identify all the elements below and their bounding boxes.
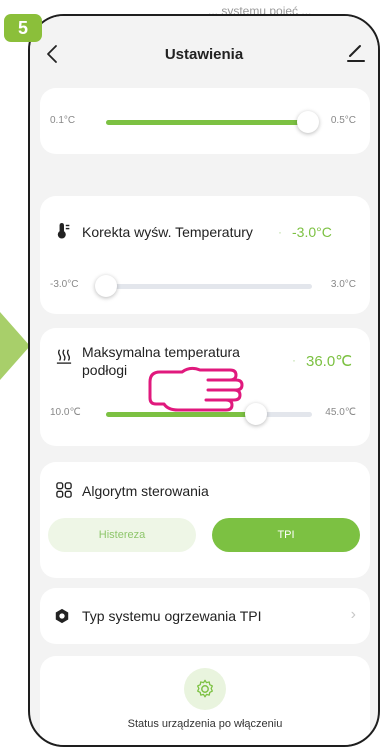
range-slider[interactable]: 0.1°C 0.5°C — [40, 110, 370, 134]
floor-temp-label-line1: Maksymalna temperatura — [82, 344, 240, 360]
floor-temp-value: 36.0℃ — [306, 353, 353, 370]
display-correction-value: -3.0°C — [292, 224, 332, 240]
power-on-status-card[interactable]: Status urządzenia po włączeniu — [40, 656, 370, 745]
floor-temp-min-label: 10.0℃ — [50, 407, 81, 418]
algorithm-card: Algorytm sterowania Histereza TPI — [40, 462, 370, 578]
range-max-label: 0.5°C — [330, 115, 356, 126]
floor-temp-label-line2: podłogi — [82, 362, 128, 378]
grid-icon — [56, 482, 72, 498]
range-card: 0.1°C 0.5°C — [40, 88, 370, 154]
range-fill — [106, 120, 308, 125]
step-badge: 5 — [4, 14, 42, 42]
display-correction-max-label: 3.0°C — [330, 279, 356, 290]
range-thumb[interactable] — [296, 111, 319, 133]
algorithm-option-tpi[interactable]: TPI — [212, 518, 360, 552]
separator-dot: · — [292, 353, 296, 367]
display-correction-card: Korekta wyśw. Temperatury · -3.0°C -3.0°… — [40, 196, 370, 314]
range-track[interactable] — [106, 111, 319, 133]
range-min-label: 0.1°C — [50, 115, 76, 126]
step-arrow-icon — [0, 312, 30, 380]
display-correction-track[interactable] — [95, 275, 312, 297]
pencil-icon[interactable] — [346, 42, 366, 64]
app-header: Ustawienia — [30, 16, 378, 88]
floor-temp-max-label: 45.0℃ — [325, 407, 356, 418]
separator-dot: · — [278, 225, 282, 239]
gear-icon[interactable] — [184, 668, 226, 710]
display-correction-label: Korekta wyśw. Temperatury — [82, 224, 253, 240]
power-on-status-label: Status urządzenia po włączeniu — [127, 718, 283, 730]
chevron-right-icon: › — [350, 606, 356, 623]
gear-hex-icon — [55, 608, 69, 624]
algorithm-label: Algorytm sterowania — [82, 483, 209, 499]
thermometer-icon — [57, 223, 70, 239]
pointing-hand-icon — [148, 366, 244, 412]
display-correction-thumb[interactable] — [95, 275, 117, 297]
heat-waves-icon — [56, 349, 72, 364]
page-title: Ustawienia — [164, 46, 244, 63]
display-correction-min-label: -3.0°C — [50, 279, 79, 290]
tpi-system-card[interactable]: Typ systemu ogrzewania TPI › — [40, 588, 370, 644]
display-correction-slider[interactable]: -3.0°C 3.0°C — [40, 274, 370, 298]
algorithm-option-histereza[interactable]: Histereza — [48, 518, 196, 552]
tpi-system-label: Typ systemu ogrzewania TPI — [82, 608, 262, 624]
